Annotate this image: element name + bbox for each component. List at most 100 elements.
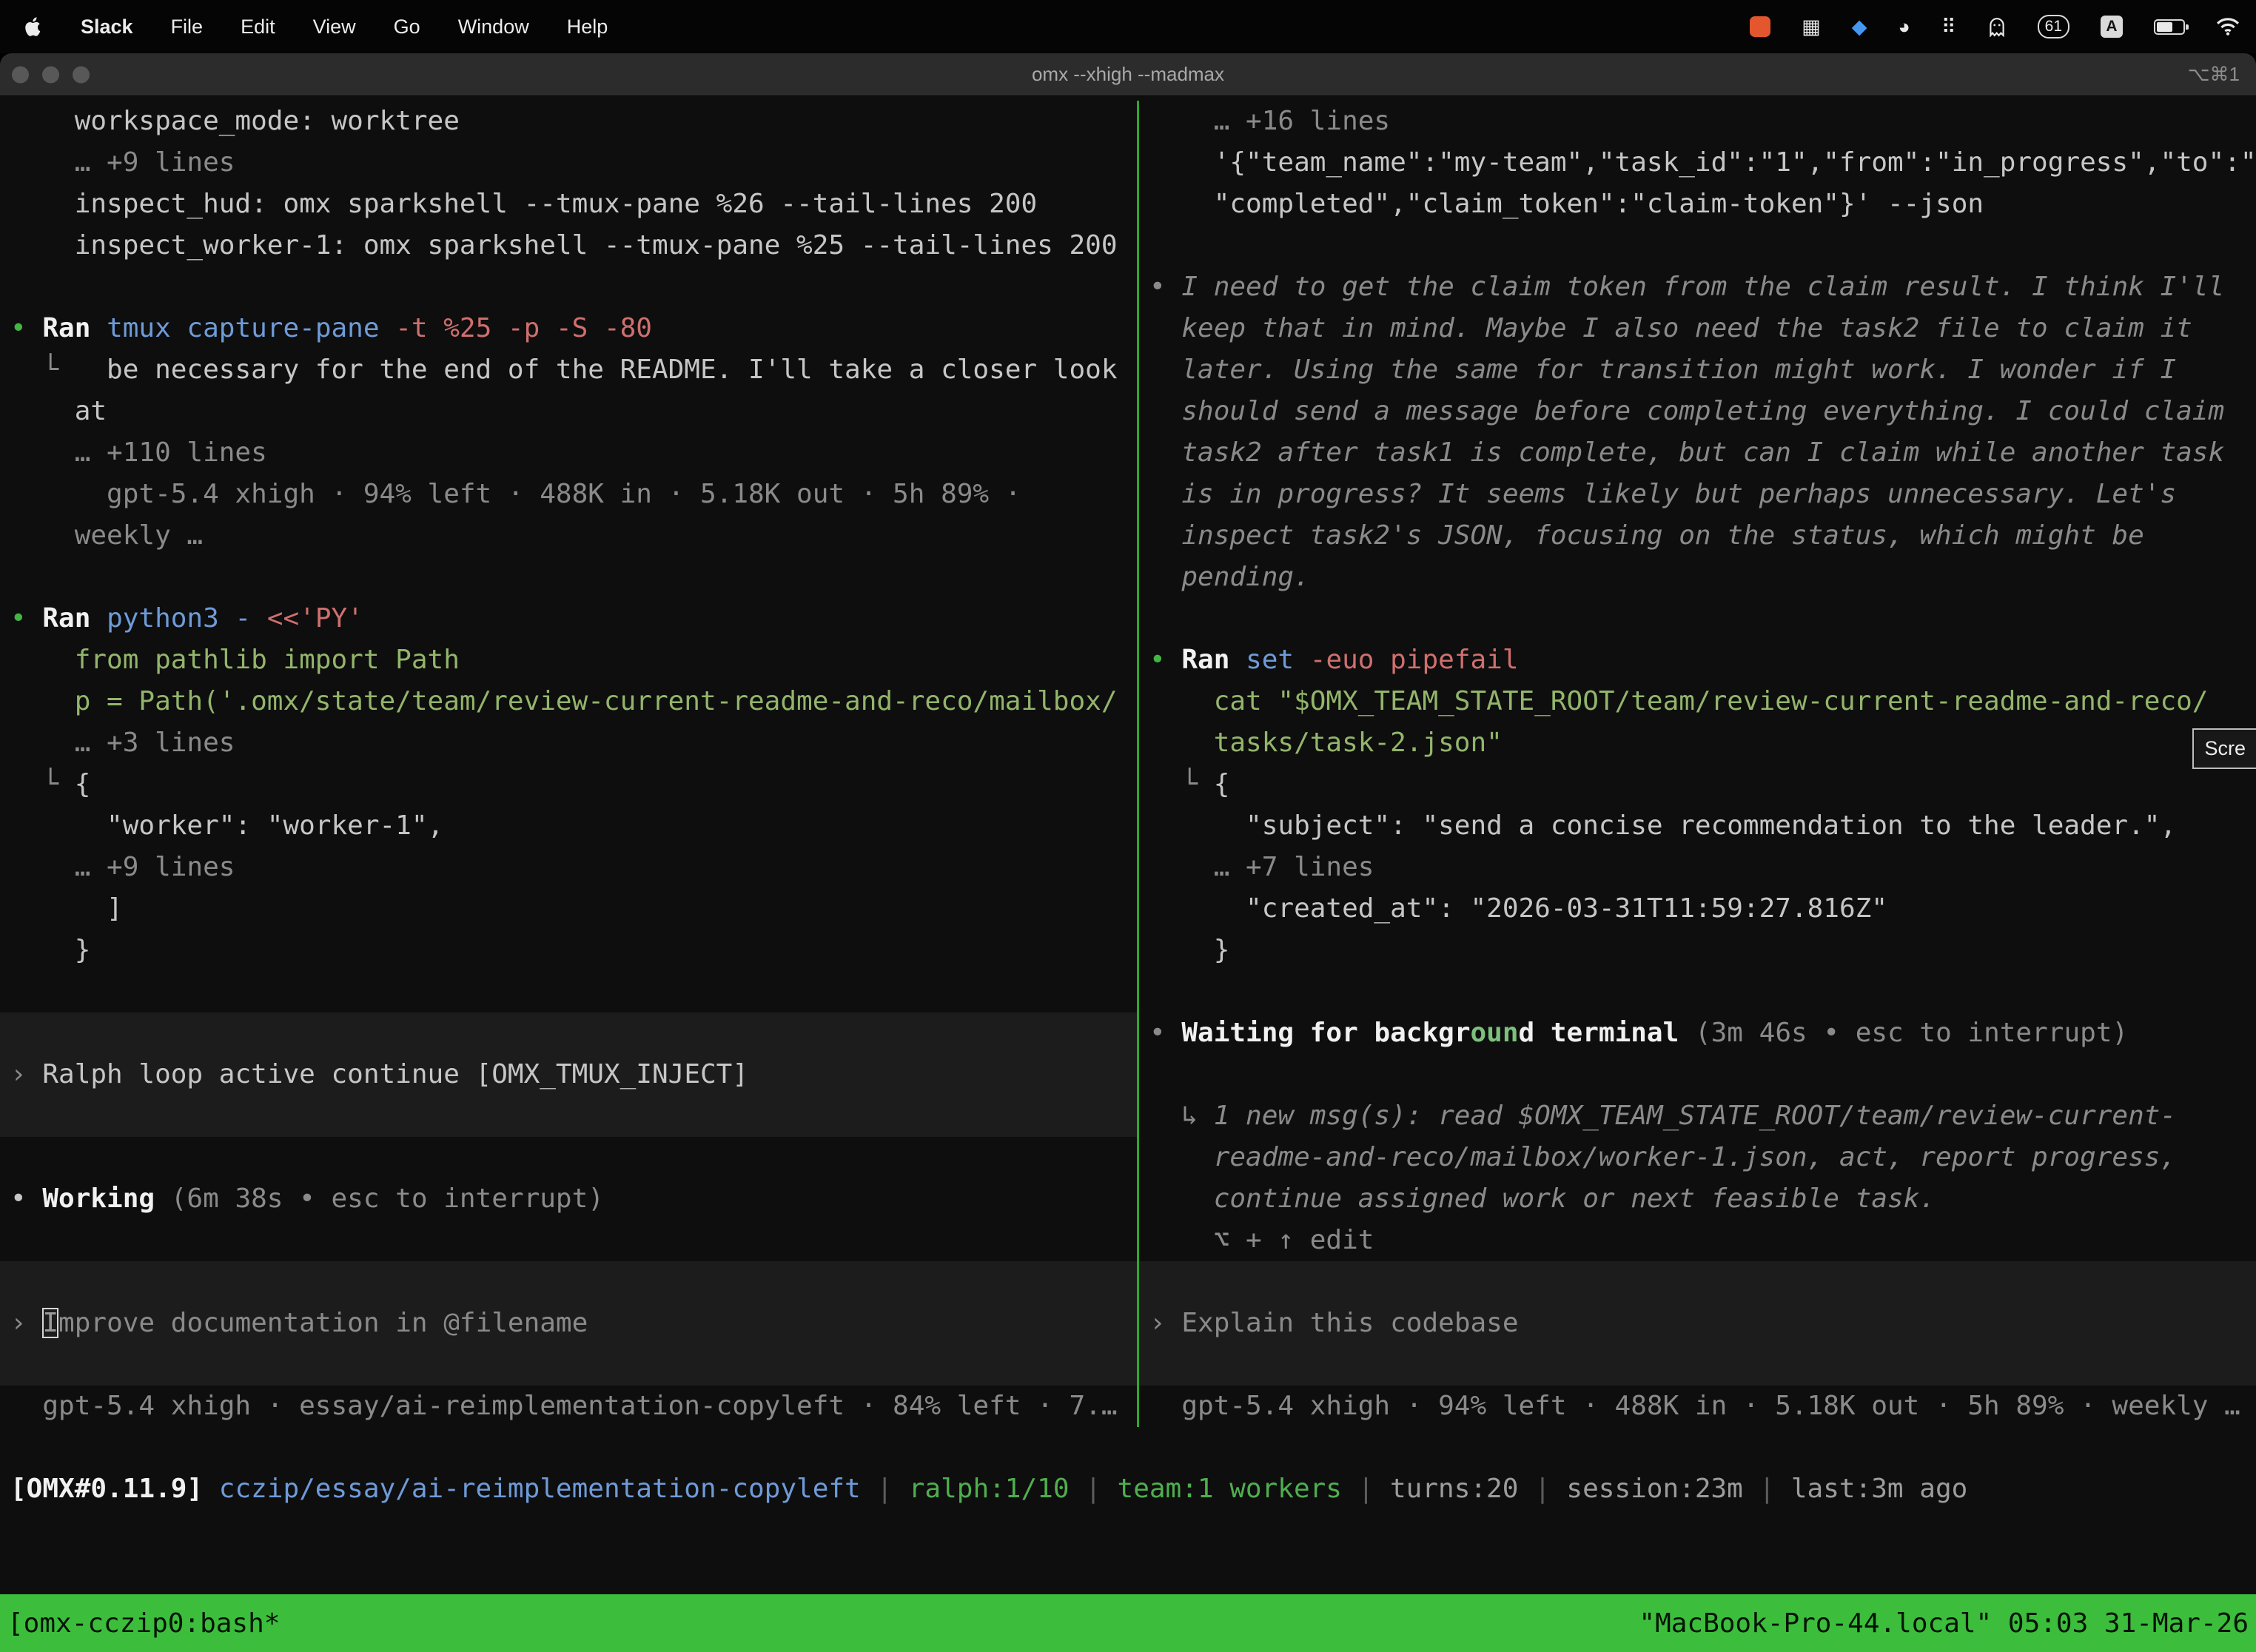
text-segment: should send a message before completing … <box>1149 396 2224 426</box>
menu-go[interactable]: Go <box>394 16 420 38</box>
text-segment: | <box>1518 1474 1566 1504</box>
text-segment: Explain this codebase <box>1181 1308 1518 1338</box>
text-segment: mprove documentation in @filename <box>58 1308 588 1338</box>
wifi-icon[interactable] <box>2216 17 2240 36</box>
text-segment: weekly … <box>10 520 203 551</box>
text-segment: (6m 38s • esc to interrupt) <box>155 1183 604 1214</box>
terminal-line <box>0 557 1137 598</box>
text-segment: Ralph loop active continue [OMX_TMUX_INJ… <box>42 1059 748 1089</box>
right-terminal-pane[interactable]: … +16 lines '{"team_name":"my-team","tas… <box>1139 101 2256 1427</box>
minimize-button[interactable] <box>42 66 59 83</box>
text-segment: | <box>861 1474 909 1504</box>
dots-grid-icon[interactable]: ⠿ <box>1941 16 1956 38</box>
menu-view[interactable]: View <box>313 16 356 38</box>
terminal-line <box>1139 225 2256 266</box>
text-segment: Ran <box>42 603 107 634</box>
grid-icon[interactable]: ▦ <box>1802 16 1821 38</box>
text-segment: '{"team_name":"my-team","task_id":"1","f… <box>1149 147 2256 178</box>
text-segment: keep that in mind. Maybe I also need the… <box>1149 313 2192 343</box>
terminal-line: "created_at": "2026-03-31T11:59:27.816Z" <box>1139 888 2256 930</box>
menu-edit[interactable]: Edit <box>241 16 275 38</box>
text-segment: set <box>1246 645 1310 675</box>
text-segment: <<'PY' <box>267 603 363 634</box>
text-segment: ] <box>10 893 123 924</box>
text-segment: -euo pipefail <box>1310 645 1519 675</box>
app-menu-slack[interactable]: Slack <box>81 16 133 38</box>
text-segment: I need to get the claim token from the c… <box>1181 272 2224 302</box>
terminal-line: └ { <box>1139 764 2256 805</box>
text-segment: • <box>10 1183 42 1214</box>
text-segment: p = Path('.omx/state/team/review-current… <box>10 686 1118 716</box>
menu-bar-status-area: ▦ ◆ ◕ ⠿ 61 A <box>1750 15 2256 38</box>
text-segment: "worker": "worker-1", <box>10 810 443 841</box>
menu-window[interactable]: Window <box>458 16 529 38</box>
edge-tooltip: Scre <box>2192 728 2256 769</box>
terminal-line: p = Path('.omx/state/team/review-current… <box>0 681 1137 722</box>
input-source-icon[interactable]: A <box>2101 16 2123 38</box>
terminal-line: is in progress? It seems likely but perh… <box>1139 474 2256 515</box>
terminal-line: inspect task2's JSON, focusing on the st… <box>1139 515 2256 557</box>
text-segment: › <box>10 1308 42 1338</box>
zoom-button[interactable] <box>73 66 90 83</box>
text-segment: } <box>1149 935 1229 965</box>
terminal-line: gpt-5.4 xhigh · 94% left · 488K in · 5.1… <box>1139 1386 2256 1427</box>
text-segment: cat "$OMX_TEAM_STATE_ROOT/team/review-cu… <box>1149 686 2208 716</box>
battery-icon[interactable] <box>2154 19 2185 35</box>
text-segment: at <box>10 396 107 426</box>
text-segment: gpt-5.4 xhigh · essay/ai-reimplementatio… <box>10 1391 1118 1421</box>
text-segment: gpt-5.4 xhigh · 94% left · 488K in · 5.1… <box>1149 1391 2240 1421</box>
text-segment: … +7 lines <box>1149 852 1374 882</box>
text-segment: later. Using the same for transition mig… <box>1149 355 2176 385</box>
terminal-line: workspace_mode: worktree <box>0 101 1137 142</box>
terminal-line: continue assigned work or next feasible … <box>1139 1178 2256 1220</box>
terminal-line: • Ran set -euo pipefail <box>1139 639 2256 681</box>
text-segment: └ <box>1149 769 1214 799</box>
text-segment: › <box>10 1059 42 1089</box>
text-segment: last:3m ago <box>1791 1474 1967 1504</box>
text-segment: -t %25 -p -S -80 <box>395 313 652 343</box>
text-segment: pending. <box>1149 562 1310 592</box>
terminal-line: gpt-5.4 xhigh · 94% left · 488K in · 5.1… <box>0 474 1137 515</box>
terminal-line: } <box>1139 930 2256 971</box>
text-segment: inspect_worker-1: omx sparkshell --tmux-… <box>10 230 1118 261</box>
terminal-line <box>0 266 1137 308</box>
terminal-line: inspect_hud: omx sparkshell --tmux-pane … <box>0 184 1137 225</box>
screen-recording-indicator-icon[interactable] <box>1750 16 1770 37</box>
prompt-suggestion[interactable]: › Explain this codebase <box>1139 1261 2256 1386</box>
text-segment: Ran <box>1181 645 1246 675</box>
text-segment: | <box>1070 1474 1118 1504</box>
terminal-line: '{"team_name":"my-team","task_id":"1","f… <box>1139 142 2256 184</box>
terminal-line <box>0 1137 1137 1178</box>
menu-file[interactable]: File <box>171 16 204 38</box>
text-segment: › <box>1149 1308 1181 1338</box>
circle-icon[interactable]: ◕ <box>1899 16 1910 38</box>
window-titlebar[interactable]: omx --xhigh --madmax ⌥⌘1 <box>0 53 2256 96</box>
terminal-line: … +9 lines <box>0 142 1137 184</box>
prompt-suggestion[interactable]: › Ralph loop active continue [OMX_TMUX_I… <box>0 1013 1137 1137</box>
terminal-line: task2 after task1 is complete, but can I… <box>1139 432 2256 474</box>
prompt-suggestion[interactable]: › Improve documentation in @filename <box>0 1261 1137 1386</box>
text-segment: I <box>42 1308 58 1338</box>
apple-menu-icon[interactable] <box>25 16 43 38</box>
text-segment: • <box>10 603 42 634</box>
text-segment: Waiting for backgr <box>1181 1018 1470 1048</box>
text-segment: tmux capture-pane <box>107 313 395 343</box>
text-segment: cczip/essay/ai-reimplementation-copyleft <box>219 1474 861 1504</box>
text-segment: … +9 lines <box>10 147 235 178</box>
terminal-line <box>0 1220 1137 1261</box>
diamond-icon[interactable]: ◆ <box>1852 16 1867 38</box>
text-segment: oun <box>1471 1018 1519 1048</box>
window-title: omx --xhigh --madmax <box>1032 63 1224 86</box>
close-button[interactable] <box>12 66 29 83</box>
tmux-status-bar: [omx-cczip0:bash* "MacBook-Pro-44.local"… <box>0 1594 2256 1652</box>
ghost-icon[interactable] <box>1987 16 2007 37</box>
battery-percentage-badge[interactable]: 61 <box>2038 15 2069 38</box>
left-terminal-pane[interactable]: workspace_mode: worktree … +9 lines insp… <box>0 101 1137 1427</box>
text-segment: • <box>10 313 42 343</box>
terminal-line: "completed","claim_token":"claim-token"}… <box>1139 184 2256 225</box>
menu-help[interactable]: Help <box>567 16 608 38</box>
terminal-line: … +110 lines <box>0 432 1137 474</box>
terminal-line <box>1139 971 2256 1013</box>
terminal-line: gpt-5.4 xhigh · essay/ai-reimplementatio… <box>0 1386 1137 1427</box>
terminal-line: ↳ 1 new msg(s): read $OMX_TEAM_STATE_ROO… <box>1139 1095 2256 1137</box>
